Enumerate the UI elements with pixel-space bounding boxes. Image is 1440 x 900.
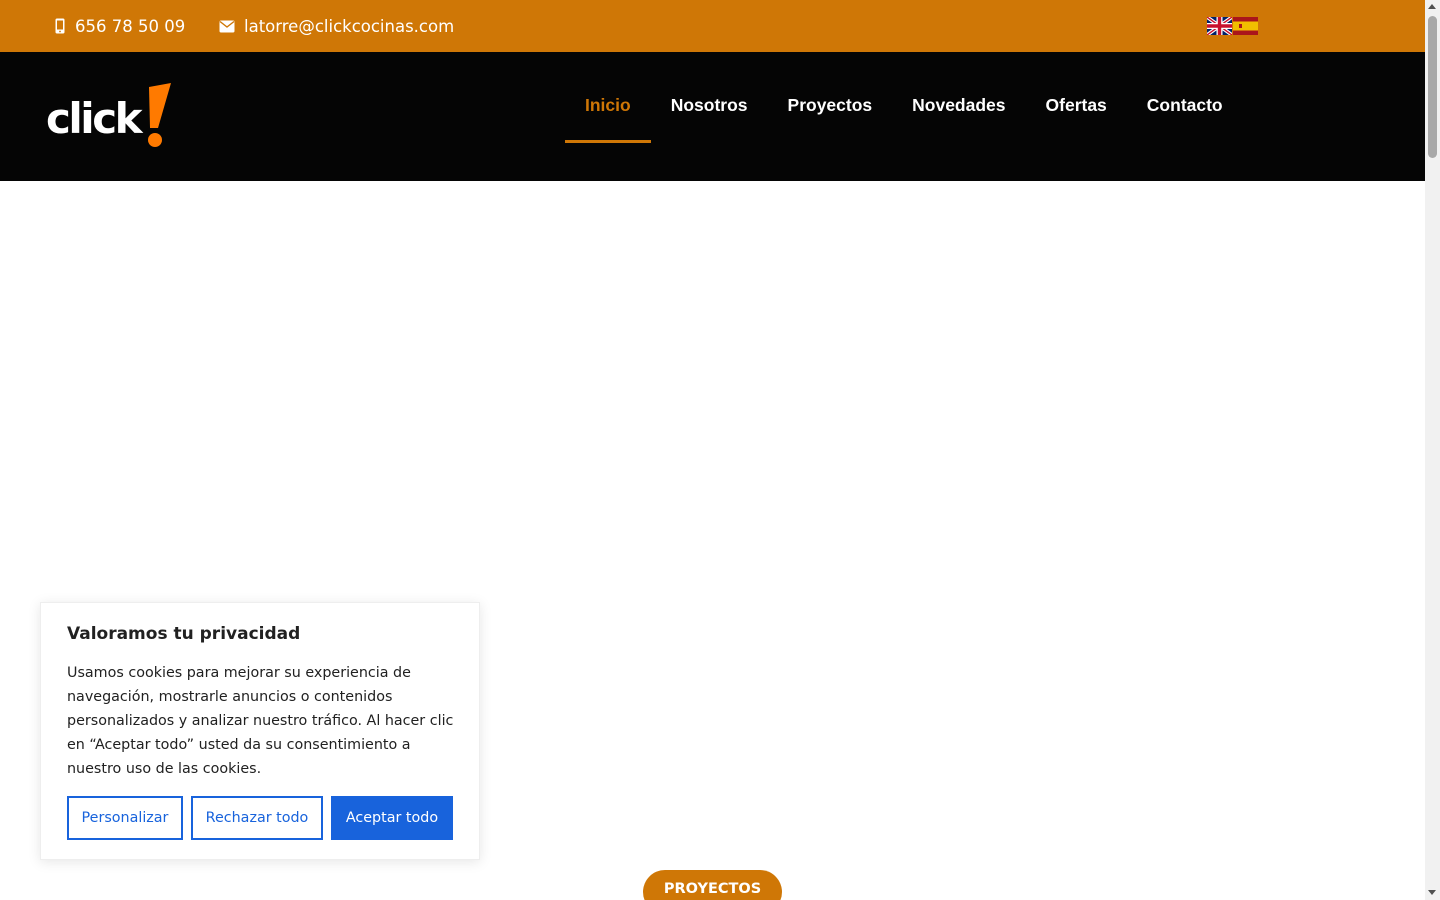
- main-header: click Inicio Nosotros Proyectos Novedade…: [0, 52, 1425, 181]
- nav-item-nosotros[interactable]: Nosotros: [651, 67, 768, 143]
- top-contact-bar: 656 78 50 09 latorre@clickcocinas.com: [0, 0, 1425, 52]
- mobile-phone-icon: [55, 18, 65, 34]
- accept-all-button[interactable]: Aceptar todo: [331, 796, 453, 840]
- nav-item-contacto[interactable]: Contacto: [1127, 67, 1243, 143]
- phone-contact[interactable]: 656 78 50 09: [54, 0, 185, 52]
- uk-flag-icon[interactable]: [1207, 17, 1232, 35]
- scrollbar-thumb[interactable]: [1428, 16, 1437, 158]
- nav-item-novedades[interactable]: Novedades: [892, 67, 1025, 143]
- nav-item-ofertas[interactable]: Ofertas: [1026, 67, 1127, 143]
- projects-button[interactable]: PROYECTOS: [643, 870, 782, 900]
- cookie-consent-banner: Valoramos tu privacidad Usamos cookies p…: [40, 602, 480, 860]
- envelope-icon: [219, 20, 235, 32]
- customize-button[interactable]: Personalizar: [67, 796, 183, 840]
- email-address[interactable]: latorre@clickcocinas.com: [244, 17, 454, 36]
- language-switcher: [1207, 17, 1258, 35]
- page-scrollbar[interactable]: [1425, 0, 1440, 900]
- reject-all-button[interactable]: Rechazar todo: [191, 796, 323, 840]
- click-logo[interactable]: click: [46, 83, 174, 153]
- svg-text:click: click: [46, 94, 144, 143]
- cookie-description: Usamos cookies para mejorar su experienc…: [67, 665, 454, 777]
- spain-flag-icon[interactable]: [1233, 17, 1258, 35]
- email-contact[interactable]: latorre@clickcocinas.com: [219, 0, 454, 52]
- cookie-title: Valoramos tu privacidad: [67, 624, 301, 644]
- main-navigation: Inicio Nosotros Proyectos Novedades Ofer…: [565, 52, 1243, 181]
- nav-item-proyectos[interactable]: Proyectos: [768, 67, 893, 143]
- phone-number[interactable]: 656 78 50 09: [75, 17, 185, 36]
- scroll-up-arrow-icon[interactable]: [1428, 4, 1436, 9]
- nav-item-inicio[interactable]: Inicio: [565, 67, 651, 143]
- scroll-down-arrow-icon[interactable]: [1428, 890, 1436, 895]
